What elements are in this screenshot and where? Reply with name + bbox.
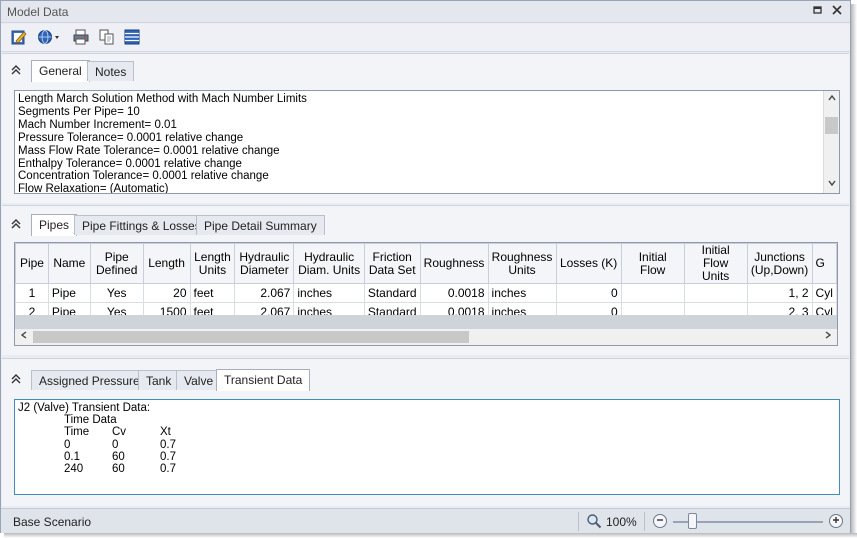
pipes-grid: Pipe Name Pipe Defined Length Length Units… [14,242,838,346]
tab-pipe-fittings-losses[interactable]: Pipe Fittings & Losses [74,215,209,235]
junction-pane: Assigned Pressure Tank Valve Transient D… [2,358,849,506]
column-header[interactable]: Length [142,243,191,284]
list-view-icon[interactable] [123,28,143,48]
column-header[interactable]: Initial Flow Units [683,243,748,284]
text-line: Enthalpy Tolerance= 0.0001 relative chan… [18,157,242,170]
restore-icon[interactable] [810,4,826,20]
text-line: Segments Per Pipe= 10 [18,105,140,118]
column-header[interactable]: Losses (K) [555,243,622,284]
transient-data-box[interactable]: J2 (Valve) Transient Data: Time Data Tim… [14,399,840,495]
scroll-right-icon[interactable] [821,330,835,344]
text-line: Mach Number Increment= 0.01 [18,118,177,131]
column-header[interactable]: Roughness [419,243,489,284]
column-header[interactable]: Pipe Defined [89,243,144,284]
scroll-down-icon[interactable] [825,177,839,191]
print-icon[interactable] [72,28,92,48]
zoom-magnifier-icon[interactable] [586,513,602,529]
transient-table-row: 0 0 0.7 [64,438,176,451]
tab-assigned-pressure[interactable]: Assigned Pressure [31,370,148,390]
title-bar: Model Data [1,1,850,23]
zoom-slider-thumb[interactable] [688,513,697,529]
window-shadow [851,4,857,538]
scroll-up-icon[interactable] [825,92,839,106]
scroll-left-icon[interactable] [17,330,31,344]
model-data-window: Model Data General Notes Length March So… [0,0,851,533]
text-line: Flow Relaxation= (Automatic) [18,183,169,194]
column-header[interactable]: Name [47,243,91,284]
collapse-pipes-icon[interactable] [10,219,22,231]
column-header[interactable]: G [811,243,837,284]
vertical-scrollbar[interactable] [823,91,839,193]
zoom-out-button[interactable] [653,514,667,528]
collapse-junction-icon[interactable] [10,374,22,386]
edit-icon[interactable] [10,28,30,48]
text-line: Pressure Tolerance= 0.0001 relative chan… [18,131,244,144]
transient-heading: J2 (Valve) Transient Data: [18,402,151,414]
transient-table-row: 240 60 0.7 [64,462,176,475]
horizontal-scrollbar[interactable] [15,329,837,345]
column-header[interactable]: Initial Flow [620,243,685,284]
tab-pipes[interactable]: Pipes [31,214,78,236]
column-header[interactable]: Pipe [15,243,49,284]
tab-notes[interactable]: Notes [87,61,135,81]
tab-tank[interactable]: Tank [138,370,180,390]
tab-general[interactable]: General [31,60,90,82]
column-header[interactable]: Hydraulic Diameter [234,243,295,284]
scroll-thumb[interactable] [33,331,469,343]
transient-subheading: Time Data [64,414,117,427]
tab-pipe-detail-summary[interactable]: Pipe Detail Summary [196,215,325,235]
scroll-thumb[interactable] [825,117,838,134]
window-shadow [4,533,857,538]
text-line: Mass Flow Rate Tolerance= 0.0001 relativ… [18,144,280,157]
tab-valve[interactable]: Valve [176,370,222,390]
toolbar [1,24,850,52]
general-pane: General Notes Length March Solution Meth… [2,53,849,203]
status-divider [644,512,645,531]
status-bar: Base Scenario 100% [1,508,850,533]
column-header[interactable]: Friction Data Set [363,243,421,284]
text-line: Length March Solution Method with Mach N… [18,93,307,105]
zoom-level: 100% [606,515,637,529]
column-header[interactable]: Roughness Units [487,243,557,284]
grid-empty-area [15,315,837,329]
web-dropdown-icon[interactable] [36,28,62,48]
scenario-name: Base Scenario [13,515,92,529]
tab-transient-data[interactable]: Transient Data [216,369,311,391]
text-line: Concentration Tolerance= 0.0001 relative… [18,170,269,183]
transient-table-header: Time Cv Xt [64,426,171,439]
status-divider [578,512,579,531]
column-header[interactable]: Hydraulic Diam. Units [293,243,365,284]
window-title: Model Data [7,5,69,19]
close-icon[interactable] [829,4,845,20]
column-header[interactable]: Junctions (Up,Down) [746,243,813,284]
transient-table-row: 0.1 60 0.7 [64,450,176,463]
copy-icon[interactable] [98,28,118,48]
zoom-in-button[interactable] [829,514,843,528]
column-header[interactable]: Length Units [189,243,236,284]
collapse-general-icon[interactable] [10,65,22,77]
general-text-box[interactable]: Length March Solution Method with Mach N… [14,90,840,194]
table-row[interactable]: 1 Pipe Yes 20 feet 2.067 inches Standard… [15,283,837,303]
